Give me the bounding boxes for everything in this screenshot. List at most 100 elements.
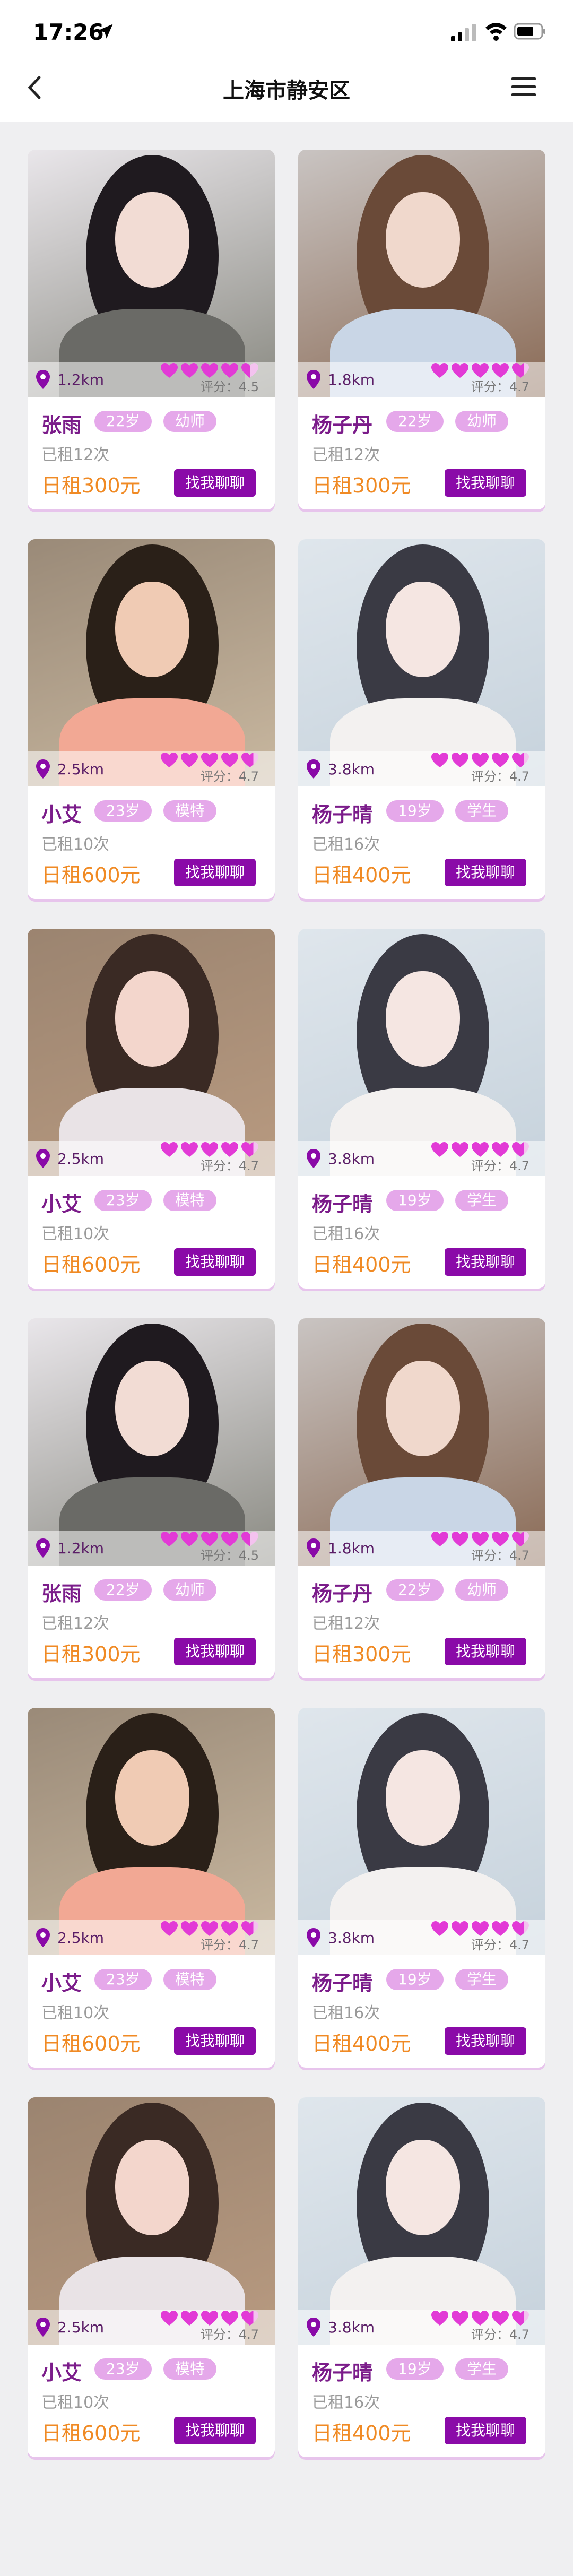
companion-card[interactable]: 1.2km 评分：4.5 张雨 22岁 幼师 已租12次 日租300元 找我聊聊 bbox=[28, 150, 275, 509]
companion-card[interactable]: 2.5km 评分：4.7 小艾 23岁 模特 已租10次 日租600元 找我聊聊 bbox=[28, 2097, 275, 2457]
chat-button[interactable]: 找我聊聊 bbox=[174, 469, 256, 497]
age-tag: 23岁 bbox=[94, 1969, 152, 1990]
photo-info-overlay: 3.8km 评分：4.7 bbox=[298, 2310, 545, 2345]
chat-button[interactable]: 找我聊聊 bbox=[445, 1248, 526, 1276]
card-info: 杨子晴 19岁 学生 已租16次 日租400元 找我聊聊 bbox=[298, 786, 545, 899]
companion-name: 小艾 bbox=[41, 803, 82, 826]
profile-photo[interactable]: 2.5km 评分：4.7 bbox=[28, 1708, 275, 1955]
photo-info-overlay: 1.2km 评分：4.5 bbox=[28, 1531, 275, 1566]
chat-button[interactable]: 找我聊聊 bbox=[445, 469, 526, 497]
card-info: 张雨 22岁 幼师 已租12次 日租300元 找我聊聊 bbox=[28, 1566, 275, 1678]
profile-photo[interactable]: 3.8km 评分：4.7 bbox=[298, 2097, 545, 2345]
photo-info-overlay: 3.8km 评分：4.7 bbox=[298, 751, 545, 786]
rent-count: 已租10次 bbox=[41, 2393, 110, 2412]
daily-price: 日租300元 bbox=[312, 474, 411, 497]
chat-button[interactable]: 找我聊聊 bbox=[445, 2417, 526, 2444]
profile-photo[interactable]: 2.5km 评分：4.7 bbox=[28, 2097, 275, 2345]
chat-button[interactable]: 找我聊聊 bbox=[174, 2027, 256, 2055]
location-pin-icon bbox=[36, 1149, 50, 1168]
companion-card[interactable]: 1.2km 评分：4.5 张雨 22岁 幼师 已租12次 日租300元 找我聊聊 bbox=[28, 1318, 275, 1678]
heart-icon bbox=[181, 1142, 198, 1157]
card-info: 小艾 23岁 模特 已租10次 日租600元 找我聊聊 bbox=[28, 1955, 275, 2068]
card-info: 小艾 23岁 模特 已租10次 日租600元 找我聊聊 bbox=[28, 2345, 275, 2457]
profile-photo[interactable]: 1.8km 评分：4.7 bbox=[298, 150, 545, 397]
occupation-tag: 模特 bbox=[163, 2358, 217, 2380]
location-pin-icon bbox=[307, 759, 320, 779]
chat-button[interactable]: 找我聊聊 bbox=[174, 2417, 256, 2444]
heart-icon bbox=[161, 2311, 178, 2326]
battery-icon bbox=[514, 23, 545, 40]
age-tag: 19岁 bbox=[386, 1969, 444, 1990]
photo-face-shape bbox=[115, 582, 189, 677]
companion-card[interactable]: 3.8km 评分：4.7 杨子晴 19岁 学生 已租16次 日租400元 找我聊聊 bbox=[298, 2097, 545, 2457]
rating-label: 评分：4.7 bbox=[471, 769, 529, 784]
distance-label: 2.5km bbox=[57, 760, 105, 778]
distance-label: 1.8km bbox=[328, 371, 375, 388]
daily-price: 日租400元 bbox=[312, 2032, 411, 2055]
profile-photo[interactable]: 3.8km 评分：4.7 bbox=[298, 1708, 545, 1955]
heart-icon bbox=[181, 363, 198, 378]
companion-name: 杨子晴 bbox=[312, 1192, 373, 1216]
page-title: 上海市静安区 bbox=[223, 79, 350, 103]
companion-card[interactable]: 3.8km 评分：4.7 杨子晴 19岁 学生 已租16次 日租400元 找我聊聊 bbox=[298, 1708, 545, 2068]
heart-icon bbox=[452, 753, 468, 767]
profile-photo[interactable]: 1.2km 评分：4.5 bbox=[28, 150, 275, 397]
age-tag: 23岁 bbox=[94, 800, 152, 822]
chat-button[interactable]: 找我聊聊 bbox=[174, 1638, 256, 1665]
photo-info-overlay: 1.2km 评分：4.5 bbox=[28, 362, 275, 397]
profile-photo[interactable]: 1.2km 评分：4.5 bbox=[28, 1318, 275, 1566]
age-tag: 19岁 bbox=[386, 800, 444, 822]
companion-name: 杨子晴 bbox=[312, 803, 373, 826]
companion-grid: 1.2km 评分：4.5 张雨 22岁 幼师 已租12次 日租300元 找我聊聊 1.8km 评分… bbox=[28, 150, 545, 2457]
wifi-icon bbox=[485, 23, 507, 41]
distance-label: 3.8km bbox=[328, 1929, 375, 1947]
location-pin-icon bbox=[307, 1149, 320, 1168]
photo-info-overlay: 2.5km 评分：4.7 bbox=[28, 1920, 275, 1955]
companion-card[interactable]: 3.8km 评分：4.7 杨子晴 19岁 学生 已租16次 日租400元 找我聊聊 bbox=[298, 539, 545, 899]
companion-card[interactable]: 1.8km 评分：4.7 杨子丹 22岁 幼师 已租12次 日租300元 找我聊聊 bbox=[298, 1318, 545, 1678]
age-tag: 19岁 bbox=[386, 1190, 444, 1211]
rent-count: 已租16次 bbox=[312, 1225, 380, 1243]
heart-icon bbox=[181, 1921, 198, 1936]
card-info: 小艾 23岁 模特 已租10次 日租600元 找我聊聊 bbox=[28, 786, 275, 899]
chat-button[interactable]: 找我聊聊 bbox=[445, 1638, 526, 1665]
profile-photo[interactable]: 3.8km 评分：4.7 bbox=[298, 539, 545, 786]
companion-card[interactable]: 2.5km 评分：4.7 小艾 23岁 模特 已租10次 日租600元 找我聊聊 bbox=[28, 1708, 275, 2068]
chat-button[interactable]: 找我聊聊 bbox=[445, 2027, 526, 2055]
companion-card[interactable]: 1.8km 评分：4.7 杨子丹 22岁 幼师 已租12次 日租300元 找我聊聊 bbox=[298, 150, 545, 509]
profile-photo[interactable]: 2.5km 评分：4.7 bbox=[28, 929, 275, 1176]
heart-icon bbox=[181, 2311, 198, 2326]
chat-button[interactable]: 找我聊聊 bbox=[174, 1248, 256, 1276]
photo-info-overlay: 2.5km 评分：4.7 bbox=[28, 751, 275, 786]
location-arrow-icon bbox=[98, 24, 113, 39]
daily-price: 日租400元 bbox=[312, 2422, 411, 2445]
occupation-tag: 学生 bbox=[455, 800, 509, 822]
cellular-signal-icon bbox=[451, 24, 476, 41]
distance-label: 1.2km bbox=[57, 371, 105, 388]
photo-face-shape bbox=[115, 1361, 189, 1456]
rating-label: 评分：4.7 bbox=[200, 2327, 259, 2342]
rent-count: 已租16次 bbox=[312, 2004, 380, 2022]
rating-label: 评分：4.7 bbox=[200, 1159, 259, 1173]
age-tag: 22岁 bbox=[386, 411, 444, 432]
heart-icon bbox=[452, 363, 468, 378]
chat-button[interactable]: 找我聊聊 bbox=[445, 859, 526, 886]
companion-card[interactable]: 2.5km 评分：4.7 小艾 23岁 模特 已租10次 日租600元 找我聊聊 bbox=[28, 539, 275, 899]
card-info: 杨子丹 22岁 幼师 已租12次 日租300元 找我聊聊 bbox=[298, 1566, 545, 1678]
profile-photo[interactable]: 1.8km 评分：4.7 bbox=[298, 1318, 545, 1566]
companion-name: 杨子丹 bbox=[312, 1582, 373, 1605]
companion-card[interactable]: 3.8km 评分：4.7 杨子晴 19岁 学生 已租16次 日租400元 找我聊聊 bbox=[298, 929, 545, 1289]
hamburger-menu-icon[interactable] bbox=[510, 75, 537, 99]
location-pin-icon bbox=[307, 1538, 320, 1558]
companion-name: 张雨 bbox=[41, 413, 82, 437]
photo-info-overlay: 1.8km 评分：4.7 bbox=[298, 362, 545, 397]
photo-face-shape bbox=[115, 971, 189, 1067]
occupation-tag: 幼师 bbox=[163, 1579, 217, 1601]
age-tag: 22岁 bbox=[94, 411, 152, 432]
daily-price: 日租400元 bbox=[312, 863, 411, 887]
heart-icon bbox=[181, 753, 198, 767]
profile-photo[interactable]: 2.5km 评分：4.7 bbox=[28, 539, 275, 786]
companion-card[interactable]: 2.5km 评分：4.7 小艾 23岁 模特 已租10次 日租600元 找我聊聊 bbox=[28, 929, 275, 1289]
chat-button[interactable]: 找我聊聊 bbox=[174, 859, 256, 886]
profile-photo[interactable]: 3.8km 评分：4.7 bbox=[298, 929, 545, 1176]
